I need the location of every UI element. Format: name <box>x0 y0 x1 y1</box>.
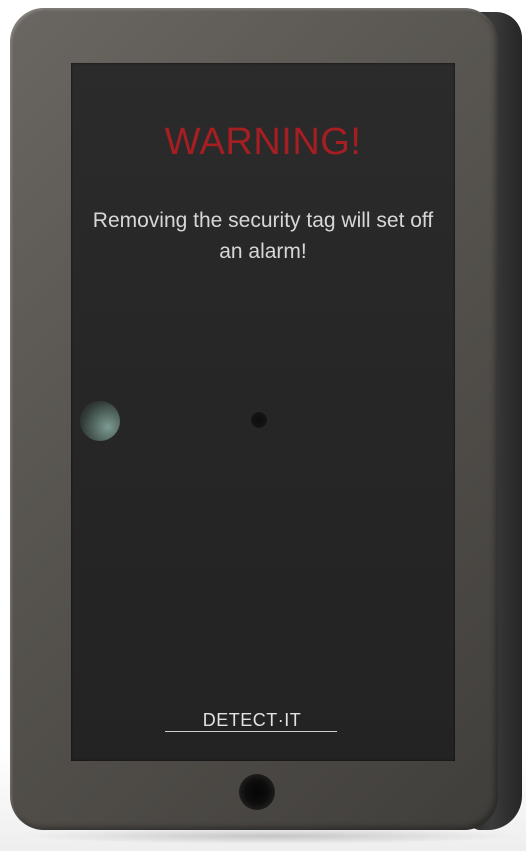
brand-logo: DETECT·IT <box>202 710 302 730</box>
sensor-hole-icon <box>251 412 267 428</box>
floor-shadow <box>20 828 520 844</box>
sensor-led-icon <box>80 401 120 441</box>
warning-title: WARNING! <box>164 121 362 163</box>
security-tag-enclosure: WARNING! Removing the security tag will … <box>10 8 498 830</box>
brand-underline <box>165 731 337 732</box>
warning-message: Removing the security tag will set off a… <box>92 209 434 263</box>
product-photo: WARNING! Removing the security tag will … <box>0 0 526 851</box>
front-panel: WARNING! Removing the security tag will … <box>71 63 455 761</box>
screw-hole-icon <box>239 774 275 810</box>
